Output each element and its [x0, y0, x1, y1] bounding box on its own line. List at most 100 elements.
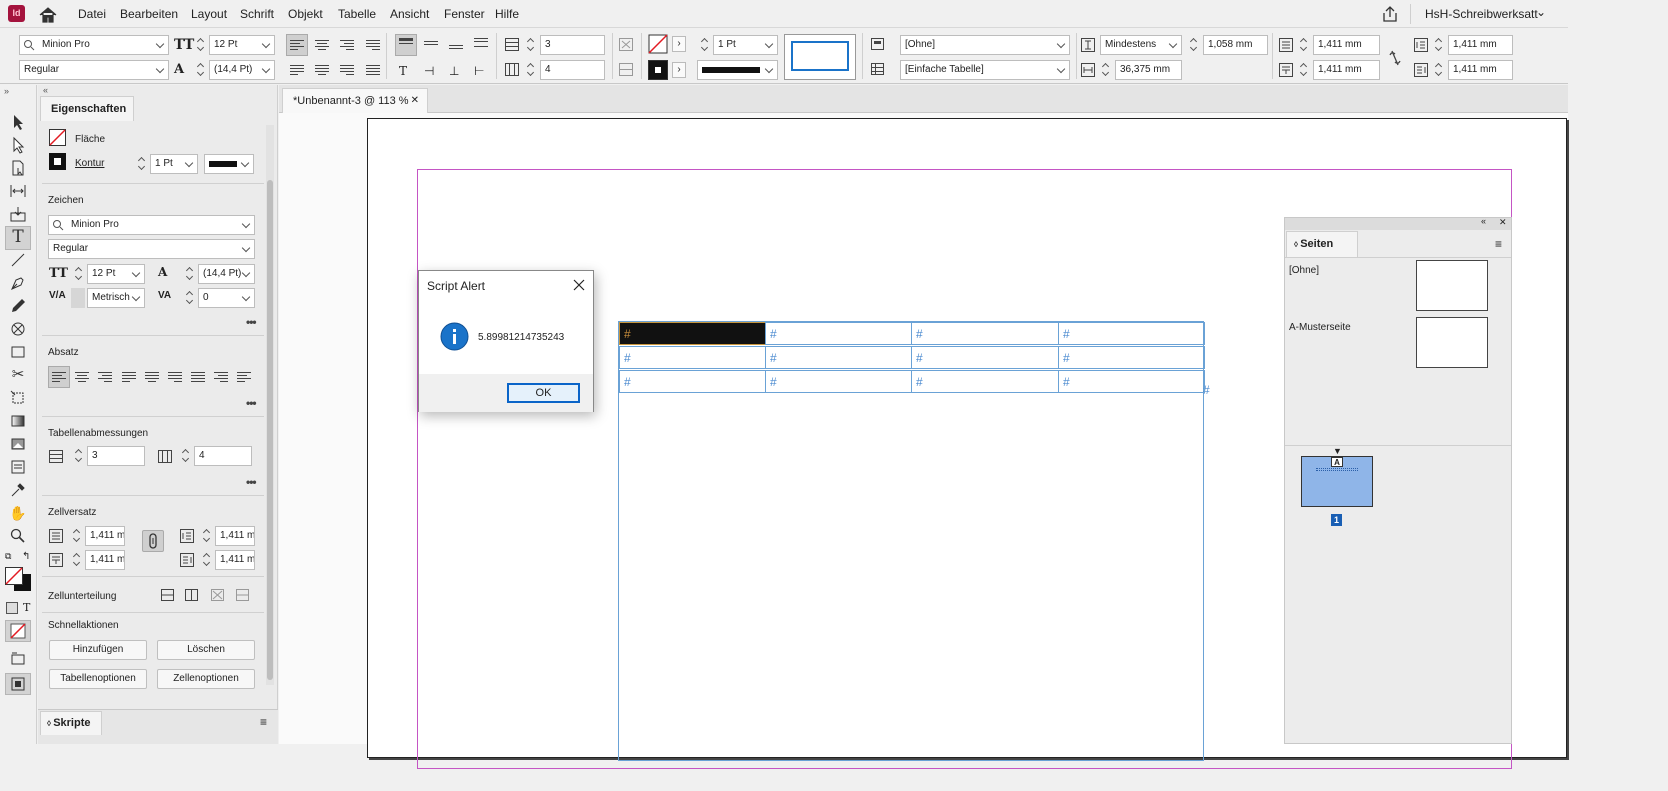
prop-stroke-weight-field[interactable]: 1 Pt: [150, 154, 198, 174]
page-tool-icon[interactable]: [9, 159, 27, 177]
gradient-swatch-tool-icon[interactable]: [9, 412, 27, 430]
workspace-switcher[interactable]: HsH-Schreibwerksatt: [1425, 7, 1538, 21]
font-style-dropdown[interactable]: Regular: [19, 60, 169, 80]
row-height-mode-dropdown[interactable]: Mindestens: [1100, 35, 1182, 55]
table-cell[interactable]: #: [765, 370, 912, 393]
row-height-stepper[interactable]: [1188, 35, 1200, 55]
fill-none-icon[interactable]: [49, 129, 66, 146]
menu-objekt[interactable]: Objekt: [288, 7, 323, 21]
formatting-container-icon[interactable]: [6, 602, 18, 614]
master-a-label[interactable]: A-Musterseite: [1289, 322, 1351, 333]
prop-inset-bottom-field[interactable]: 1,411 m: [85, 550, 125, 570]
prop-leading-field[interactable]: (14,4 Pt): [198, 264, 255, 284]
prop-inset-bottom-stepper[interactable]: [71, 550, 83, 570]
home-icon[interactable]: [38, 6, 58, 23]
pages-menu-icon[interactable]: ≡: [1495, 237, 1502, 251]
prop-justify-center-icon[interactable]: [145, 372, 159, 384]
rectangle-tool-icon[interactable]: [9, 343, 27, 361]
tab-scripts[interactable]: ◊ Skripte: [40, 711, 102, 735]
rows-field[interactable]: 3: [540, 35, 605, 55]
align-towards-spine-icon[interactable]: [366, 40, 380, 52]
prop-align-away-spine-icon[interactable]: [237, 372, 251, 384]
prop-inset-left-stepper[interactable]: [201, 526, 213, 546]
zoom-tool-icon[interactable]: [9, 527, 27, 545]
prop-align-right-icon[interactable]: [98, 372, 112, 384]
line-tool-icon[interactable]: [9, 251, 27, 269]
table-cell[interactable]: #: [1058, 346, 1205, 369]
unmerge-cells-icon[interactable]: [619, 63, 633, 76]
inset-bottom-stepper[interactable]: [1298, 60, 1310, 80]
stroke-color-icon[interactable]: [49, 153, 66, 170]
align-middle-icon[interactable]: [424, 41, 438, 53]
prop-inset-right-stepper[interactable]: [201, 550, 213, 570]
stroke-type-dropdown[interactable]: [697, 60, 778, 80]
prop-font-size-stepper[interactable]: [73, 264, 85, 284]
tab-pages[interactable]: ◊ Seiten: [1286, 231, 1358, 257]
table-cell[interactable]: #: [619, 346, 766, 369]
prop-rows-stepper[interactable]: [73, 446, 85, 466]
inset-left-field[interactable]: 1,411 mm: [1448, 35, 1513, 55]
inset-right-stepper[interactable]: [1433, 60, 1445, 80]
merge-cells-icon[interactable]: [619, 38, 633, 51]
selection-tool-icon[interactable]: [9, 113, 27, 131]
prop-font-family-dropdown[interactable]: Minion Pro: [48, 215, 255, 235]
stroke-weight-stepper[interactable]: [699, 35, 711, 55]
hand-tool-icon[interactable]: ✋: [9, 504, 27, 522]
rotate-text-0-icon[interactable]: T: [399, 64, 407, 78]
link-insets-icon[interactable]: [1388, 49, 1402, 67]
menu-fenster[interactable]: Fenster: [444, 7, 485, 21]
prop-justify-right-icon[interactable]: [168, 372, 182, 384]
justify-right-icon[interactable]: [340, 65, 354, 77]
stroke-swatch[interactable]: [648, 60, 668, 80]
column-width-stepper[interactable]: [1100, 60, 1112, 80]
columns-stepper[interactable]: [525, 60, 537, 80]
stroke-link[interactable]: Kontur: [75, 158, 104, 169]
prop-justify-all-icon[interactable]: [191, 372, 205, 384]
scissors-tool-icon[interactable]: ✂: [9, 366, 27, 384]
paragraph-more-icon[interactable]: •••: [246, 396, 257, 410]
tab-properties[interactable]: Eigenschaften: [40, 96, 134, 121]
font-family-dropdown[interactable]: Minion Pro: [19, 35, 169, 55]
row-height-field[interactable]: 1,058 mm: [1203, 35, 1268, 55]
close-tab-icon[interactable]: ✕: [411, 89, 419, 113]
menu-schrift[interactable]: Schrift: [240, 7, 274, 21]
tracking-stepper[interactable]: [184, 288, 196, 308]
table-cell[interactable]: #: [765, 322, 912, 345]
content-collector-tool-icon[interactable]: [9, 205, 27, 223]
formatting-text-icon[interactable]: T: [23, 601, 30, 614]
table-cell[interactable]: #: [1058, 370, 1205, 393]
rows-stepper[interactable]: [525, 35, 537, 55]
frame-edges-button[interactable]: [5, 673, 31, 695]
kerning-stepper[interactable]: [71, 288, 85, 308]
note-tool-icon[interactable]: [9, 458, 27, 476]
direct-selection-tool-icon[interactable]: [9, 136, 27, 154]
inset-top-field[interactable]: 1,411 mm: [1313, 35, 1380, 55]
prop-font-style-dropdown[interactable]: Regular: [48, 239, 255, 259]
table-options-button[interactable]: Tabellenoptionen: [49, 669, 147, 689]
gap-tool-icon[interactable]: [9, 182, 27, 200]
master-none-label[interactable]: [Ohne]: [1289, 265, 1319, 276]
align-bottom-icon[interactable]: [449, 45, 463, 57]
align-right-icon[interactable]: [340, 40, 354, 52]
character-more-icon[interactable]: •••: [246, 315, 257, 329]
table-more-icon[interactable]: •••: [246, 475, 257, 489]
prop-inset-top-field[interactable]: 1,411 m: [85, 526, 125, 546]
prop-align-center-icon[interactable]: [75, 372, 89, 384]
prop-columns-field[interactable]: 4: [194, 446, 252, 466]
prop-inset-top-stepper[interactable]: [71, 526, 83, 546]
type-tool-icon[interactable]: T: [9, 228, 27, 246]
pen-tool-icon[interactable]: [9, 274, 27, 292]
menu-ansicht[interactable]: Ansicht: [390, 7, 429, 21]
menu-datei[interactable]: Datei: [78, 7, 106, 21]
rotate-text-270-icon[interactable]: ⊢: [474, 64, 484, 78]
master-none-thumbnail[interactable]: [1416, 260, 1488, 311]
inset-top-stepper[interactable]: [1298, 35, 1310, 55]
prop-inset-right-field[interactable]: 1,411 m: [215, 550, 255, 570]
menu-layout[interactable]: Layout: [191, 7, 227, 21]
inset-left-stepper[interactable]: [1433, 35, 1445, 55]
page-1-thumbnail[interactable]: A: [1301, 456, 1373, 507]
rotate-text-90-icon[interactable]: ⊣: [424, 64, 434, 78]
add-button[interactable]: Hinzufügen: [49, 640, 147, 660]
scripts-menu-icon[interactable]: ≡: [260, 715, 267, 729]
apply-none-button[interactable]: [5, 620, 31, 642]
